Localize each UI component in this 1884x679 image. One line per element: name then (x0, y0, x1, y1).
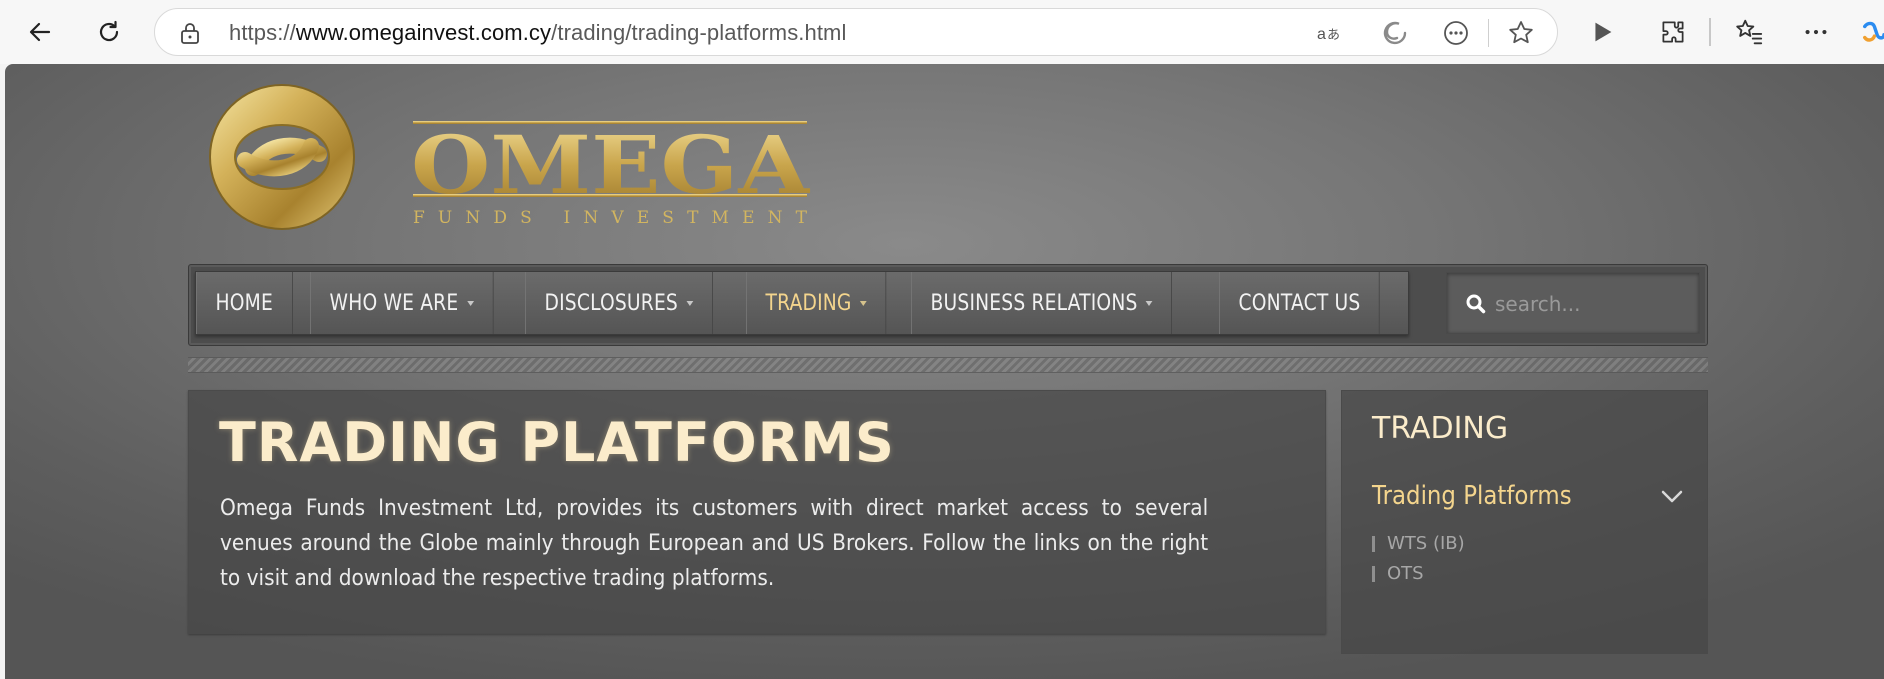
address-separator (1488, 19, 1489, 47)
chevron-down-icon[interactable] (1660, 489, 1684, 505)
omega-logo[interactable]: OMEGA FUNDS INVESTMENT (195, 82, 815, 232)
nav-item-trading[interactable]: TRADING (746, 272, 887, 334)
extensions-icon[interactable] (1657, 16, 1689, 48)
sidebar-link-wts-ib[interactable]: WTS (IB) (1372, 533, 1465, 554)
url-text[interactable]: https://www.omegainvest.com.cy/trading/t… (229, 20, 846, 46)
sidebar-link-ots[interactable]: OTS (1372, 563, 1424, 584)
favorites-icon[interactable] (1733, 16, 1765, 48)
lock-icon[interactable] (179, 21, 201, 45)
content-panel: TRADING PLATFORMS Omega Funds Investment… (188, 390, 1326, 634)
page-title: TRADING PLATFORMS (219, 411, 895, 474)
bullet-bar (1372, 535, 1375, 552)
nav-item-label: BUSINESS RELATIONS (930, 290, 1138, 316)
read-aloud-icon[interactable]: aあ (1315, 19, 1343, 47)
web-page: OMEGA FUNDS INVESTMENT HOME WHO WE ARE D… (5, 64, 1884, 679)
decorative-divider (188, 357, 1708, 373)
search-icon[interactable] (1465, 293, 1487, 315)
svg-text:あ: あ (1327, 28, 1340, 43)
refresh-icon[interactable] (91, 14, 127, 50)
sidebar-title: TRADING (1372, 411, 1509, 446)
caret-down-icon (466, 300, 474, 306)
sidebar-link-label: WTS (IB) (1387, 533, 1465, 554)
nav-item-business-relations[interactable]: BUSINESS RELATIONS (911, 272, 1173, 334)
logo-wordmark: OMEGA (411, 118, 810, 212)
more-tools-icon[interactable] (1442, 19, 1470, 47)
sidebar-link-label: OTS (1387, 563, 1424, 584)
nav-item-disclosures[interactable]: DISCLOSURES (525, 272, 713, 334)
caret-down-icon (860, 300, 867, 306)
caret-down-icon (1146, 300, 1154, 306)
search-input[interactable] (1495, 287, 1685, 321)
nav-item-contact-us[interactable]: CONTACT US (1218, 272, 1380, 334)
caret-down-icon (686, 300, 694, 306)
nav-item-label: CONTACT US (1238, 290, 1361, 316)
menu-dots-icon[interactable] (1800, 16, 1832, 48)
nav-item-label: TRADING (765, 290, 852, 316)
search-box (1446, 272, 1700, 334)
bullet-bar (1372, 565, 1375, 582)
sidebar-item-trading-platforms[interactable]: Trading Platforms (1372, 481, 1572, 511)
main-nav: HOME WHO WE ARE DISCLOSURES TRADING BUSI… (195, 271, 1410, 335)
toolbar-separator (1709, 18, 1711, 46)
back-icon[interactable] (22, 14, 58, 50)
url-host: www.omegainvest.com.cy (295, 20, 552, 45)
url-path: /trading/trading-platforms.html (551, 20, 847, 45)
nav-item-label: HOME (215, 290, 273, 316)
play-icon[interactable] (1586, 16, 1618, 48)
nav-item-label: DISCLOSURES (544, 290, 679, 316)
nav-item-who-we-are[interactable]: WHO WE ARE (309, 272, 493, 334)
nav-item-home[interactable]: HOME (196, 272, 293, 334)
browser-toolbar: https://www.omegainvest.com.cy/trading/t… (0, 0, 1884, 64)
url-prefix: https:// (229, 20, 296, 45)
edge-icon[interactable] (1381, 19, 1409, 47)
intro-paragraph: Omega Funds Investment Ltd, provides its… (220, 496, 1209, 591)
svg-text:a: a (1317, 26, 1326, 43)
sidebar: TRADING Trading Platforms WTS (IB) OTS (1341, 390, 1708, 654)
favorite-star-icon[interactable] (1507, 19, 1535, 47)
nav-item-label: WHO WE ARE (329, 290, 458, 316)
copilot-icon[interactable] (1862, 16, 1884, 48)
address-bar[interactable]: https://www.omegainvest.com.cy/trading/t… (154, 8, 1558, 56)
